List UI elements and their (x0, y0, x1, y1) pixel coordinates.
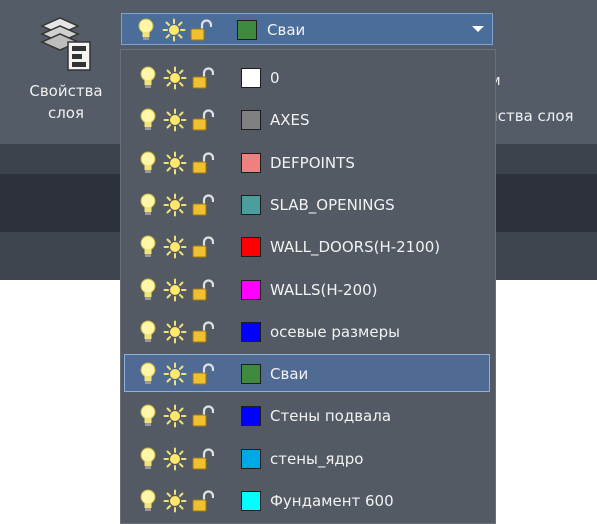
layer-properties-label-line1: Свойства (29, 82, 103, 100)
layer-color-swatch (241, 321, 261, 342)
layer-color-swatch (241, 448, 261, 469)
lightbulb-on-icon[interactable] (139, 362, 157, 386)
lightbulb-on-icon[interactable] (139, 108, 157, 132)
layer-name: SLAB_OPENINGS (270, 195, 395, 214)
layer-name: WALLS(H-200) (270, 280, 378, 299)
unlock-icon[interactable] (192, 448, 214, 470)
layer-name: Сваи (270, 365, 309, 384)
lightbulb-on-icon[interactable] (139, 235, 157, 259)
unlock-icon[interactable] (192, 405, 214, 427)
layer-color-swatch (241, 152, 261, 173)
lightbulb-on-icon[interactable] (139, 447, 157, 471)
layer-row[interactable]: DEFPOINTS (124, 143, 490, 181)
lightbulb-on-icon[interactable] (139, 278, 157, 302)
layer-properties-icon[interactable] (38, 16, 98, 74)
sun-thaw-icon[interactable] (163, 193, 187, 217)
layer-properties-label-line2: слоя (47, 104, 85, 122)
layer-row[interactable]: стены_ядро (124, 439, 490, 477)
layer-name: осевые размеры (270, 322, 400, 341)
layer-row[interactable]: WALL_DOORS(H-2100) (124, 227, 490, 265)
sun-thaw-icon[interactable] (163, 66, 187, 90)
partial-layer-properties-label: йства слоя (488, 107, 574, 125)
layer-color-swatch (241, 68, 261, 88)
layer-color-swatch (241, 237, 261, 258)
layer-name: 0 (270, 69, 280, 87)
unlock-icon[interactable] (192, 321, 214, 343)
layer-name: Стены подвала (270, 407, 392, 426)
layer-combo-box[interactable]: Сваи (121, 13, 493, 45)
layer-row[interactable]: WALLS(H-200) (124, 270, 490, 308)
sun-thaw-icon[interactable] (163, 108, 187, 132)
sun-thaw-icon[interactable] (163, 447, 187, 471)
layer-color-swatch (241, 406, 261, 427)
unlock-icon[interactable] (192, 278, 214, 301)
unlock-icon[interactable] (192, 194, 214, 216)
layer-row[interactable]: SLAB_OPENINGS (124, 185, 490, 223)
layer-color-swatch (241, 194, 261, 215)
layer-dropdown-list: 0 AXES DEFPOINTS SLAB_OPENINGS WALL_DOOR… (120, 49, 496, 524)
lightbulb-on-icon[interactable] (139, 193, 157, 217)
unlock-icon[interactable] (190, 19, 212, 41)
lightbulb-on-icon[interactable] (139, 151, 157, 175)
layer-row[interactable]: AXES (124, 100, 490, 138)
layer-color-swatch (241, 364, 261, 385)
layer-name: AXES (270, 111, 310, 130)
lightbulb-on-icon[interactable] (139, 404, 157, 428)
layer-name: Фундамент 600 (270, 492, 394, 510)
layer-name: WALL_DOORS(H-2100) (270, 238, 441, 257)
current-layer-name: Сваи (267, 21, 306, 39)
unlock-icon[interactable] (192, 109, 214, 131)
layer-color-swatch (237, 20, 257, 40)
sun-thaw-icon[interactable] (162, 18, 186, 42)
unlock-icon[interactable] (192, 490, 214, 512)
layer-row[interactable]: 0 (124, 58, 490, 96)
layer-row[interactable]: Стены подвала (124, 396, 490, 434)
layer-properties-button[interactable]: Свойства слоя (16, 80, 116, 124)
sun-thaw-icon[interactable] (163, 235, 187, 259)
layer-row[interactable]: Сваи (124, 354, 490, 393)
layer-name: стены_ядро (270, 449, 364, 468)
lightbulb-on-icon[interactable] (139, 66, 157, 90)
unlock-icon[interactable] (192, 152, 214, 174)
sun-thaw-icon[interactable] (163, 278, 187, 302)
sun-thaw-icon[interactable] (163, 489, 187, 513)
lightbulb-on-icon[interactable] (139, 320, 157, 344)
unlock-icon[interactable] (192, 236, 214, 258)
chevron-down-icon[interactable] (472, 26, 484, 32)
unlock-icon[interactable] (192, 67, 214, 89)
lightbulb-on-icon[interactable] (139, 489, 157, 513)
sun-thaw-icon[interactable] (163, 320, 187, 344)
layer-color-swatch (241, 110, 261, 131)
layer-name: DEFPOINTS (270, 153, 355, 172)
layer-color-swatch (241, 279, 261, 300)
sun-thaw-icon[interactable] (163, 151, 187, 175)
lightbulb-on-icon[interactable] (137, 18, 155, 42)
layer-row[interactable]: осевые размеры (124, 312, 490, 350)
layer-row[interactable]: Фундамент 600 (124, 481, 490, 519)
sun-thaw-icon[interactable] (163, 362, 187, 386)
unlock-icon[interactable] (192, 363, 214, 385)
sun-thaw-icon[interactable] (163, 404, 187, 428)
layer-color-swatch (241, 491, 261, 511)
